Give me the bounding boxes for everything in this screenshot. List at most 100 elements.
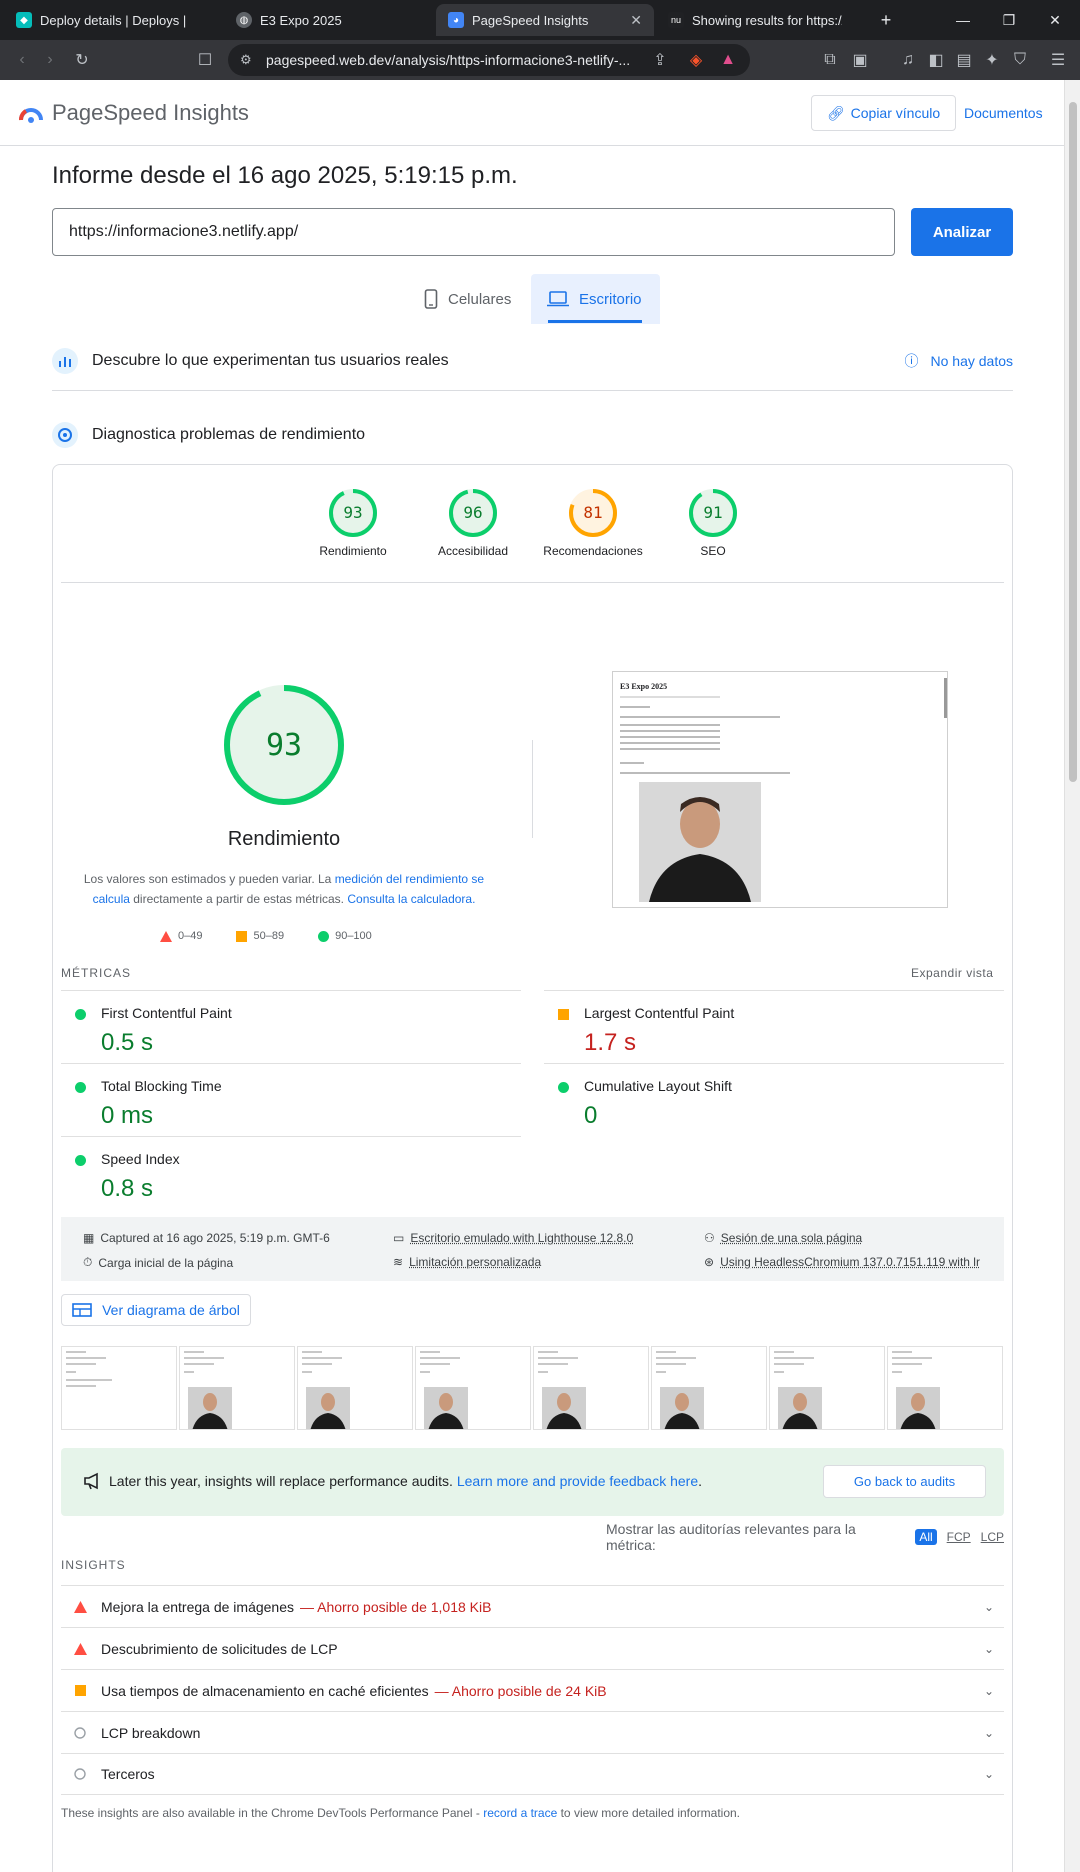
emulation-info[interactable]: ▭ Escritorio emulado with Lighthouse 12.8… <box>393 1231 633 1245</box>
copy-link-button[interactable]: 🔗︎ Copiar vínculo <box>811 95 956 131</box>
performance-label: Rendimiento <box>160 828 408 851</box>
url-input[interactable] <box>52 208 895 256</box>
active-tab-indicator <box>548 320 642 323</box>
filter-all-chip[interactable]: All <box>915 1529 936 1545</box>
filmstrip-frame[interactable] <box>415 1346 531 1430</box>
gauge-label: Rendimiento <box>298 544 408 558</box>
filmstrip-frame[interactable] <box>769 1346 885 1430</box>
new-tab-icon[interactable]: + <box>868 0 904 40</box>
go-back-to-audits-button[interactable]: Go back to audits <box>823 1465 986 1498</box>
address-url: pagespeed.web.dev/analysis/https-informa… <box>266 52 630 68</box>
filmstrip-frame[interactable] <box>61 1346 177 1430</box>
score-gauge[interactable]: 81 Recomendaciones <box>538 488 648 558</box>
filter-fcp-chip[interactable]: FCP <box>947 1530 971 1544</box>
diagnose-title: Diagnostica problemas de rendimiento <box>92 426 365 444</box>
tab-title: E3 Expo 2025 <box>260 13 410 28</box>
treemap-label: Ver diagrama de árbol <box>102 1302 240 1318</box>
throttling-text: Limitación personalizada <box>409 1255 541 1269</box>
nu-favicon-icon: nu <box>668 12 684 28</box>
expand-view-button[interactable]: Expandir vista <box>911 966 993 980</box>
feedback-link[interactable]: Learn more and provide feedback here <box>457 1473 698 1489</box>
notice-text: Later this year, insights will replace p… <box>109 1473 702 1489</box>
insight-label: LCP breakdown <box>101 1725 200 1741</box>
analyze-button[interactable]: Analizar <box>911 208 1013 256</box>
leo-ai-icon[interactable]: ✦ <box>980 48 1004 72</box>
browser-tab[interactable]: ◍ E3 Expo 2025 <box>224 4 434 36</box>
chevron-down-icon[interactable]: ⌄ <box>984 1600 994 1614</box>
bookmark-icon[interactable]: ☐ <box>193 48 217 72</box>
insight-row[interactable]: Usa tiempos de almacenamiento en caché e… <box>61 1669 1004 1711</box>
insight-row[interactable]: Terceros ⌄ <box>61 1753 1004 1795</box>
session-info[interactable]: ⚇ Sesión de una sola página <box>704 1231 862 1245</box>
legend-average: 50–89 <box>253 930 284 942</box>
back-icon[interactable]: ‹ <box>10 48 34 72</box>
tab-mobile[interactable]: Celulares <box>408 274 532 324</box>
page-title: Informe desde el 16 ago 2025, 5:19:15 p.… <box>52 162 518 190</box>
browser-info[interactable]: ⊛ Using HeadlessChromium 137.0.7151.119 w… <box>704 1255 980 1269</box>
insight-row[interactable]: Mejora la entrega de imágenes — Ahorro p… <box>61 1585 1004 1627</box>
metric-fcp: First Contentful Paint 0.5 s <box>61 990 521 1062</box>
final-screenshot[interactable]: E3 Expo 2025 <box>612 671 948 908</box>
restore-icon[interactable]: ❐ <box>986 0 1032 40</box>
info-icon: ⓘ <box>905 351 919 371</box>
minimize-icon[interactable]: — <box>940 0 986 40</box>
captured-info: ▦ Captured at 16 ago 2025, 5:19 p.m. GMT-… <box>83 1231 330 1245</box>
pass-circle-icon <box>75 1155 86 1166</box>
throttling-info[interactable]: ≋ Limitación personalizada <box>393 1255 541 1269</box>
filmstrip-frame[interactable] <box>651 1346 767 1430</box>
media-icon[interactable]: ♫ <box>896 48 920 72</box>
close-tab-icon[interactable]: ✕ <box>630 12 642 29</box>
average-square-icon <box>236 931 247 942</box>
close-window-icon[interactable]: ✕ <box>1032 0 1078 40</box>
treemap-button[interactable]: Ver diagrama de árbol <box>61 1294 251 1326</box>
insight-saving: — Ahorro posible de 1,018 KiB <box>300 1599 491 1615</box>
browser-tab-active[interactable]: ◕ PageSpeed Insights ✕ <box>436 4 654 36</box>
score-gauge[interactable]: 93 Rendimiento <box>298 488 408 558</box>
filmstrip-frame[interactable] <box>297 1346 413 1430</box>
no-data-link[interactable]: ⓘ No hay datos <box>905 351 1014 371</box>
record-trace-link[interactable]: record a trace <box>483 1806 557 1820</box>
insight-label: Mejora la entrega de imágenes <box>101 1599 294 1615</box>
filmstrip-frame[interactable] <box>179 1346 295 1430</box>
extensions-icon[interactable]: ⧉ <box>818 48 842 72</box>
chevron-down-icon[interactable]: ⌄ <box>984 1726 994 1740</box>
score-gauge[interactable]: 91 SEO <box>658 488 768 558</box>
chevron-down-icon[interactable]: ⌄ <box>984 1684 994 1698</box>
vpn-icon[interactable]: ⛉ <box>1008 48 1032 72</box>
brand-title[interactable]: PageSpeed Insights <box>52 100 249 126</box>
filmstrip-frame[interactable] <box>887 1346 1003 1430</box>
brave-rewards-icon[interactable]: ▲ <box>716 48 740 72</box>
filmstrip-frame[interactable] <box>533 1346 649 1430</box>
crux-section: Descubre lo que experimentan tus usuario… <box>52 342 1013 380</box>
filter-lcp-chip[interactable]: LCP <box>981 1530 1004 1544</box>
scrollbar-thumb[interactable] <box>1069 102 1077 782</box>
run-info-box: ▦ Captured at 16 ago 2025, 5:19 p.m. GMT-… <box>61 1217 1004 1281</box>
metric-name: Total Blocking Time <box>101 1078 222 1094</box>
frame-portrait <box>778 1387 822 1430</box>
brave-shields-icon[interactable]: ◈ <box>684 48 708 72</box>
chevron-down-icon[interactable]: ⌄ <box>984 1767 994 1781</box>
tab-title: Showing results for https://infor <box>692 13 842 28</box>
page-scrollbar[interactable] <box>1064 80 1080 1872</box>
gauge-ring: 81 <box>568 488 618 538</box>
menu-icon[interactable]: ☰ <box>1046 48 1070 72</box>
tab-desktop[interactable]: Escritorio <box>531 274 660 324</box>
browser-tab[interactable]: nu Showing results for https://infor <box>656 4 866 36</box>
insight-row[interactable]: LCP breakdown ⌄ <box>61 1711 1004 1753</box>
calculator-link[interactable]: Consulta la calculadora. <box>347 892 475 906</box>
reader-icon[interactable]: ▣ <box>848 48 872 72</box>
wallet-icon[interactable]: ▤ <box>952 48 976 72</box>
sidebar-icon[interactable]: ◧ <box>924 48 948 72</box>
browser-tab[interactable]: ◆ Deploy details | Deploys | inform <box>4 4 222 36</box>
docs-link[interactable]: Documentos <box>964 105 1043 121</box>
forward-icon[interactable]: › <box>38 48 62 72</box>
reload-icon[interactable]: ↻ <box>70 48 94 72</box>
share-icon[interactable]: ⇪ <box>648 48 672 72</box>
chevron-down-icon[interactable]: ⌄ <box>984 1642 994 1656</box>
site-settings-icon[interactable]: ⚙ <box>240 52 256 68</box>
netlify-favicon-icon: ◆ <box>16 12 32 28</box>
score-gauge[interactable]: 96 Accesibilidad <box>418 488 528 558</box>
screenshot-title: E3 Expo 2025 <box>620 682 667 691</box>
insight-row[interactable]: Descubrimiento de solicitudes de LCP ⌄ <box>61 1627 1004 1669</box>
metric-name: Cumulative Layout Shift <box>584 1078 732 1094</box>
